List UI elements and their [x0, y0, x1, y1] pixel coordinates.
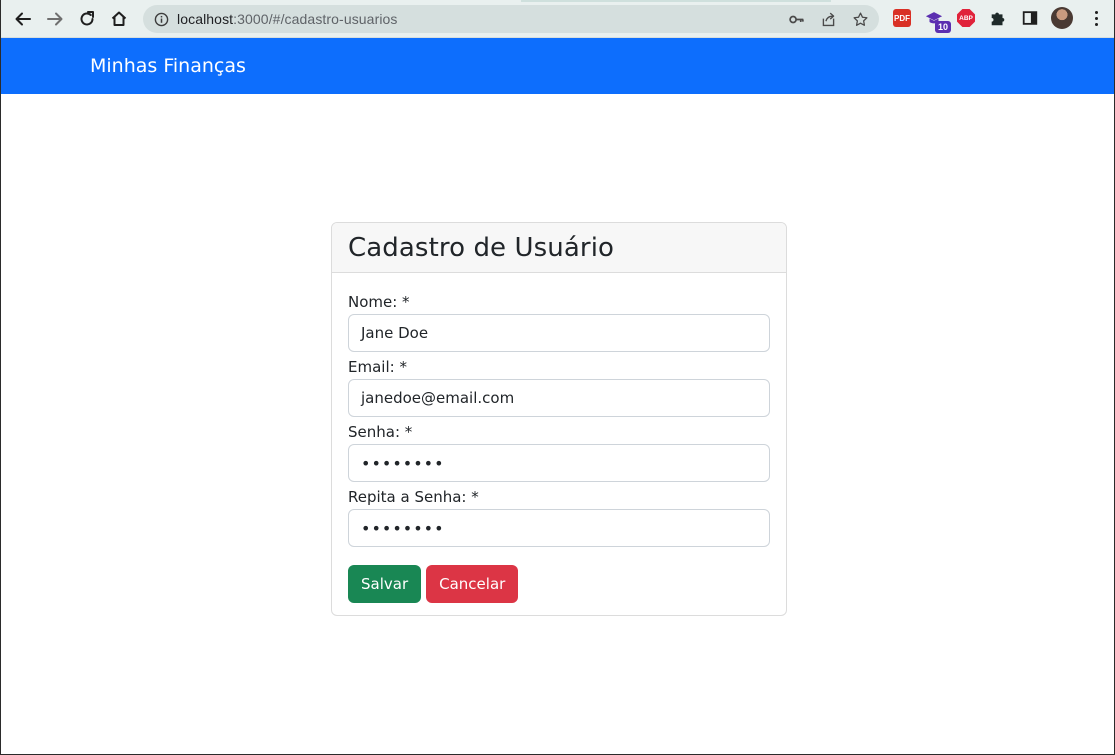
share-icon[interactable]: [817, 9, 839, 29]
forward-button[interactable]: [39, 3, 71, 35]
address-bar[interactable]: localhost:3000/#/cadastro-usuarios: [143, 5, 879, 33]
graduation-cap-extension-button[interactable]: 10: [923, 7, 951, 33]
more-vertical-icon: [1091, 10, 1101, 26]
home-icon: [111, 11, 127, 26]
user-registration-card: Cadastro de Usuário Nome: * Jane Doe Ema…: [331, 222, 787, 616]
card-body: Nome: * Jane Doe Email: * janedoe@email.…: [332, 273, 786, 603]
email-label: Email: *: [348, 358, 407, 376]
cancel-button[interactable]: Cancelar: [426, 565, 519, 603]
profile-button[interactable]: [1051, 7, 1073, 29]
email-input[interactable]: janedoe@email.com: [348, 379, 770, 417]
side-panel-icon: [1022, 11, 1038, 25]
home-button[interactable]: [103, 3, 135, 35]
repeat-password-input[interactable]: ••••••••: [348, 509, 770, 547]
form-actions: Salvar Cancelar: [348, 565, 770, 603]
extensions-button[interactable]: [987, 7, 1009, 29]
arrow-left-icon: [15, 12, 31, 25]
navbar-brand[interactable]: Minhas Finanças: [90, 55, 246, 77]
name-field-group: Nome: * Jane Doe: [348, 293, 770, 352]
arrow-right-icon: [47, 12, 63, 25]
star-icon[interactable]: [849, 9, 871, 29]
name-input[interactable]: Jane Doe: [348, 314, 770, 352]
password-label: Senha: *: [348, 423, 413, 441]
password-field-group: Senha: * ••••••••: [348, 423, 770, 482]
pdf-extension-button[interactable]: PDF: [891, 7, 913, 29]
reload-icon: [80, 10, 94, 25]
info-icon[interactable]: [153, 11, 169, 27]
browser-window: localhost:3000/#/cadastro-usuarios PDF 1…: [0, 0, 1115, 755]
page-title: Cadastro de Usuário: [348, 232, 615, 263]
password-input[interactable]: ••••••••: [348, 444, 770, 482]
key-icon[interactable]: [785, 9, 807, 29]
pdf-extension-icon: PDF: [893, 9, 911, 27]
app-navbar: Minhas Finanças: [1, 38, 1114, 94]
browser-toolbar: localhost:3000/#/cadastro-usuarios PDF 1…: [1, 0, 1114, 38]
url-text[interactable]: localhost:3000/#/cadastro-usuarios: [177, 11, 398, 27]
avatar: [1051, 7, 1073, 29]
reload-button[interactable]: [71, 3, 103, 35]
name-label: Nome: *: [348, 293, 410, 311]
adblock-icon: ABP: [957, 9, 975, 27]
side-panel-button[interactable]: [1019, 7, 1041, 29]
repeat-password-field-group: Repita a Senha: * ••••••••: [348, 488, 770, 547]
extensions-area: PDF 10 ABP: [891, 7, 1105, 33]
url-path: :3000/#/cadastro-usuarios: [233, 11, 398, 27]
repeat-password-label: Repita a Senha: *: [348, 488, 479, 506]
save-button[interactable]: Salvar: [348, 565, 422, 603]
adblock-extension-button[interactable]: ABP: [955, 7, 977, 29]
card-header: Cadastro de Usuário: [332, 223, 786, 273]
back-button[interactable]: [7, 3, 39, 35]
extension-badge: 10: [934, 21, 951, 33]
email-field-group: Email: * janedoe@email.com: [348, 358, 770, 417]
browser-menu-button[interactable]: [1083, 7, 1105, 29]
url-host: localhost: [177, 11, 234, 27]
puzzle-icon: [991, 12, 1005, 26]
